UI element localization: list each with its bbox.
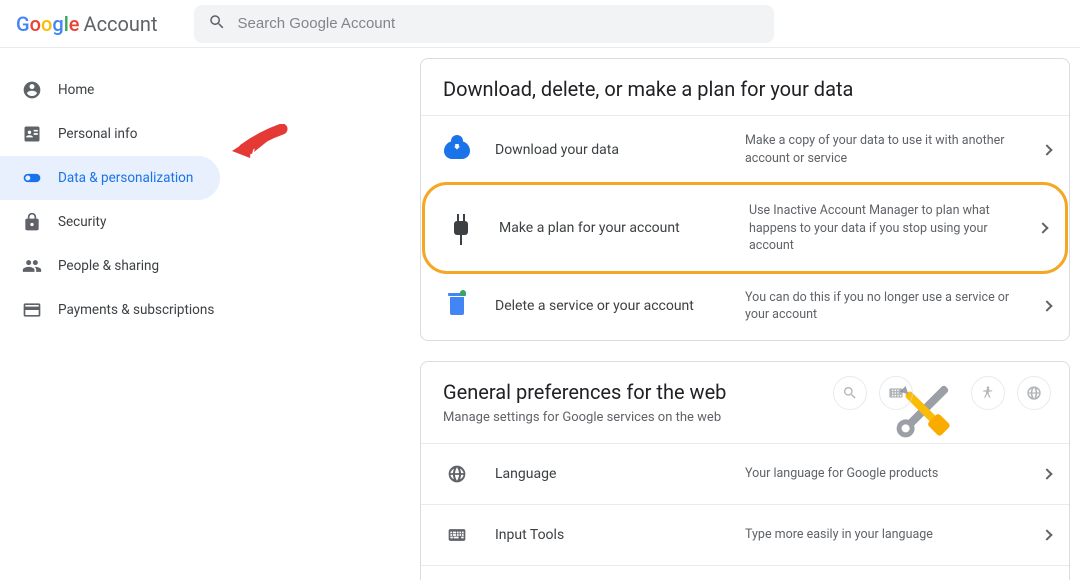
sidebar-item-security[interactable]: Security — [0, 200, 220, 244]
row-make-plan[interactable]: Make a plan for your account Use Inactiv… — [425, 185, 1065, 271]
globe-icon — [443, 460, 471, 488]
pref-header: General preferences for the web Manage s… — [421, 380, 1069, 443]
row-language[interactable]: Language Your language for Google produc… — [421, 443, 1069, 504]
person-circle-icon — [22, 80, 42, 100]
row-desc: Make a copy of your data to use it with … — [745, 132, 1047, 167]
app-header: Google Account — [0, 0, 1080, 48]
accessibility-circle-icon — [971, 376, 1005, 410]
data-management-card: Download, delete, or make a plan for you… — [420, 58, 1070, 341]
row-desc: Your language for Google products — [745, 465, 1047, 483]
sidebar-item-home[interactable]: Home — [0, 68, 220, 112]
account-label: Account — [84, 12, 158, 36]
trash-icon — [443, 292, 471, 320]
row-desc: Type more easily in your language — [745, 526, 1047, 544]
main-content: Download, delete, or make a plan for you… — [260, 48, 1080, 580]
search-icon — [208, 13, 226, 35]
sidebar-item-label: Security — [58, 214, 106, 230]
sidebar-item-personal-info[interactable]: Personal info — [0, 112, 220, 156]
lock-icon — [22, 212, 42, 232]
keyboard-circle-icon — [879, 376, 913, 410]
search-bar[interactable] — [194, 5, 774, 43]
row-label: Language — [495, 466, 745, 482]
row-label: Make a plan for your account — [499, 220, 749, 236]
pref-icon-row — [833, 376, 1051, 410]
row-desc: Use Inactive Account Manager to plan wha… — [749, 202, 1043, 255]
general-preferences-card: General preferences for the web Manage s… — [420, 361, 1070, 580]
sidebar-item-label: People & sharing — [58, 258, 159, 274]
sidebar-item-label: Data & personalization — [58, 170, 193, 186]
sidebar-item-data-personalization[interactable]: Data & personalization — [0, 156, 220, 200]
toggle-icon — [22, 168, 42, 188]
globe-circle-icon — [1017, 376, 1051, 410]
sidebar-item-label: Home — [58, 82, 94, 98]
people-icon — [22, 256, 42, 276]
keyboard-icon — [443, 521, 471, 549]
sidebar-item-label: Payments & subscriptions — [58, 302, 214, 318]
sidebar-item-label: Personal info — [58, 126, 137, 142]
row-download-data[interactable]: Download your data Make a copy of your d… — [421, 115, 1069, 183]
plug-icon — [447, 214, 475, 242]
id-card-icon — [22, 124, 42, 144]
row-label: Download your data — [495, 142, 745, 158]
red-arrow-annotation-icon — [232, 124, 288, 166]
magnifier-circle-icon — [833, 376, 867, 410]
row-label: Delete a service or your account — [495, 298, 745, 314]
row-delete-service[interactable]: Delete a service or your account You can… — [421, 273, 1069, 340]
sidebar-item-payments[interactable]: Payments & subscriptions — [0, 288, 220, 332]
google-account-logo[interactable]: Google Account — [16, 12, 158, 36]
card-title: Download, delete, or make a plan for you… — [421, 77, 1069, 115]
sidebar-nav: Home Personal info Data & personalizatio… — [0, 48, 260, 580]
cloud-download-icon — [443, 136, 471, 164]
row-accessibility[interactable]: Accessibility Screen reader OFF High-con… — [421, 565, 1069, 580]
row-input-tools[interactable]: Input Tools Type more easily in your lan… — [421, 504, 1069, 565]
search-input[interactable] — [238, 15, 760, 32]
credit-card-icon — [22, 300, 42, 320]
sidebar-item-people-sharing[interactable]: People & sharing — [0, 244, 220, 288]
row-desc: You can do this if you no longer use a s… — [745, 289, 1047, 324]
row-label: Input Tools — [495, 527, 745, 543]
